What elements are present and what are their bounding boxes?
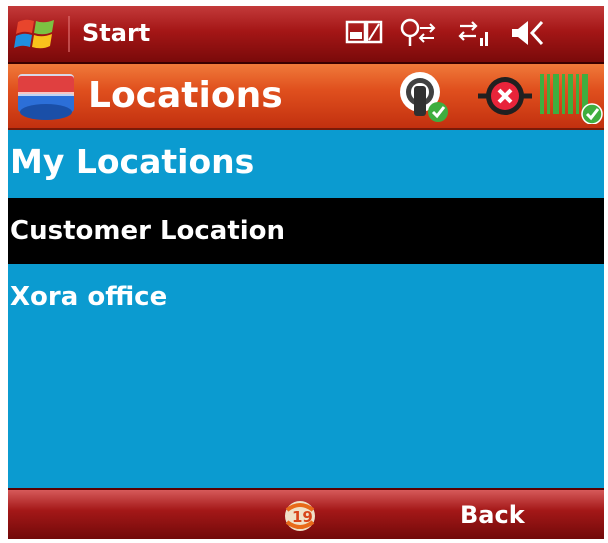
title-bar: Locations — [8, 64, 604, 130]
phone-screen: Start Locations My Locations Customer Lo… — [8, 6, 604, 539]
softkey-bar: 19 Back — [8, 488, 604, 539]
list-item-label: Xora office — [10, 282, 168, 312]
volume-icon[interactable] — [508, 16, 548, 50]
windows-start-icon[interactable] — [14, 14, 58, 54]
list-item-label: Customer Location — [10, 216, 286, 246]
back-button[interactable]: Back — [460, 498, 525, 532]
page-title: Locations — [88, 75, 283, 116]
svg-text:19: 19 — [292, 508, 313, 526]
sync-icon[interactable]: 19 — [278, 498, 322, 534]
section-heading: My Locations — [10, 142, 255, 181]
list-item-xora-office[interactable]: Xora office — [8, 264, 604, 330]
barcode-status-icon[interactable] — [536, 68, 604, 124]
start-label[interactable]: Start — [82, 18, 150, 48]
list-item-customer-location[interactable]: Customer Location — [8, 198, 604, 264]
status-divider — [68, 16, 70, 52]
battery-status-icon[interactable] — [344, 16, 384, 50]
status-bar: Start — [8, 6, 604, 64]
error-status-icon[interactable] — [474, 68, 536, 124]
connectivity-icon[interactable] — [454, 16, 494, 50]
locations-app-icon — [18, 74, 74, 120]
gps-icon[interactable] — [394, 68, 458, 124]
signal-icon[interactable] — [398, 16, 438, 50]
